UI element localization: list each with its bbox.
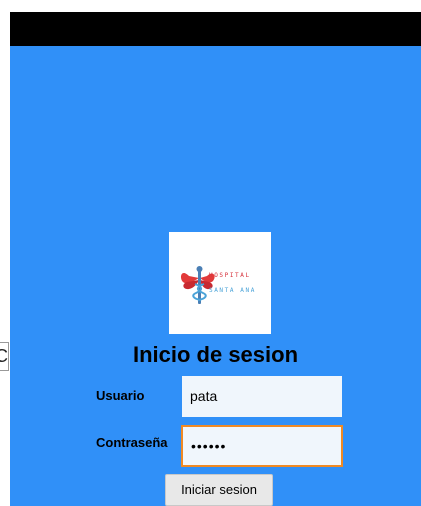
overlay-fragment-text: C [0,346,8,367]
username-label: Usuario [96,388,145,403]
caduceus-icon [181,266,215,304]
password-input[interactable] [181,425,343,467]
login-button[interactable]: Iniciar sesion [165,474,273,506]
logo-text-santa-ana: SANTA ANA [209,287,256,294]
page: C HOSPITAL SANTA ANA Inicio de sesion [0,0,421,506]
hospital-logo: HOSPITAL SANTA ANA [169,232,271,334]
partial-overlay-widget[interactable]: C [0,342,9,371]
password-label: Contraseña [96,435,168,450]
username-input[interactable] [182,376,342,417]
page-title: Inicio de sesion [132,342,299,367]
logo-text-hospital: HOSPITAL [209,272,251,279]
app-window: HOSPITAL SANTA ANA Inicio de sesion Usua… [10,12,421,506]
status-bar [10,12,421,46]
